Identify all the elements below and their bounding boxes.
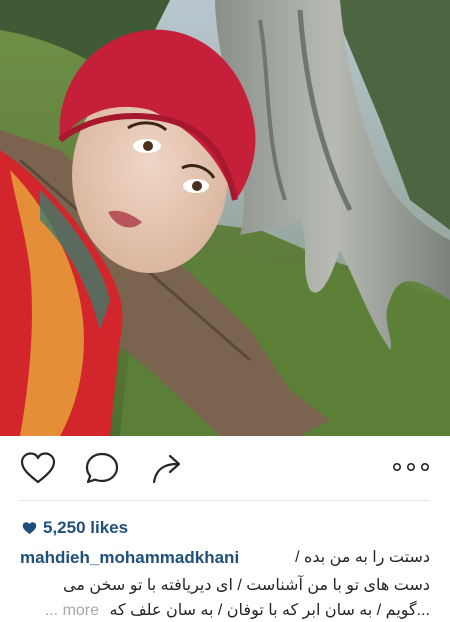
- caption-text-1: دستت را به من بده /: [295, 549, 430, 566]
- share-arrow-icon[interactable]: [150, 452, 184, 484]
- more-link[interactable]: ... more: [45, 602, 99, 619]
- selfie-photo-illustration: [0, 0, 450, 436]
- caption-text-2: دست های تو با من آشناست / ای دیریافته با…: [63, 577, 430, 594]
- username-link[interactable]: mahdieh_mohammadkhani: [20, 547, 239, 569]
- caption-first-line: mahdieh_mohammadkhani دستت را به من بده …: [20, 547, 430, 569]
- comment-bubble-icon[interactable]: [84, 451, 120, 485]
- likes-count[interactable]: 5,250 likes: [22, 516, 128, 540]
- divider: [20, 500, 430, 501]
- heart-icon[interactable]: [19, 451, 57, 485]
- post-photo[interactable]: [0, 0, 450, 436]
- caption-text-3: گویم / به سان ابر که با توفان / به سان ع…: [109, 602, 430, 619]
- likes-label: 5,250 likes: [43, 518, 129, 537]
- small-heart-icon: [22, 522, 37, 535]
- more-options-icon[interactable]: [391, 459, 431, 475]
